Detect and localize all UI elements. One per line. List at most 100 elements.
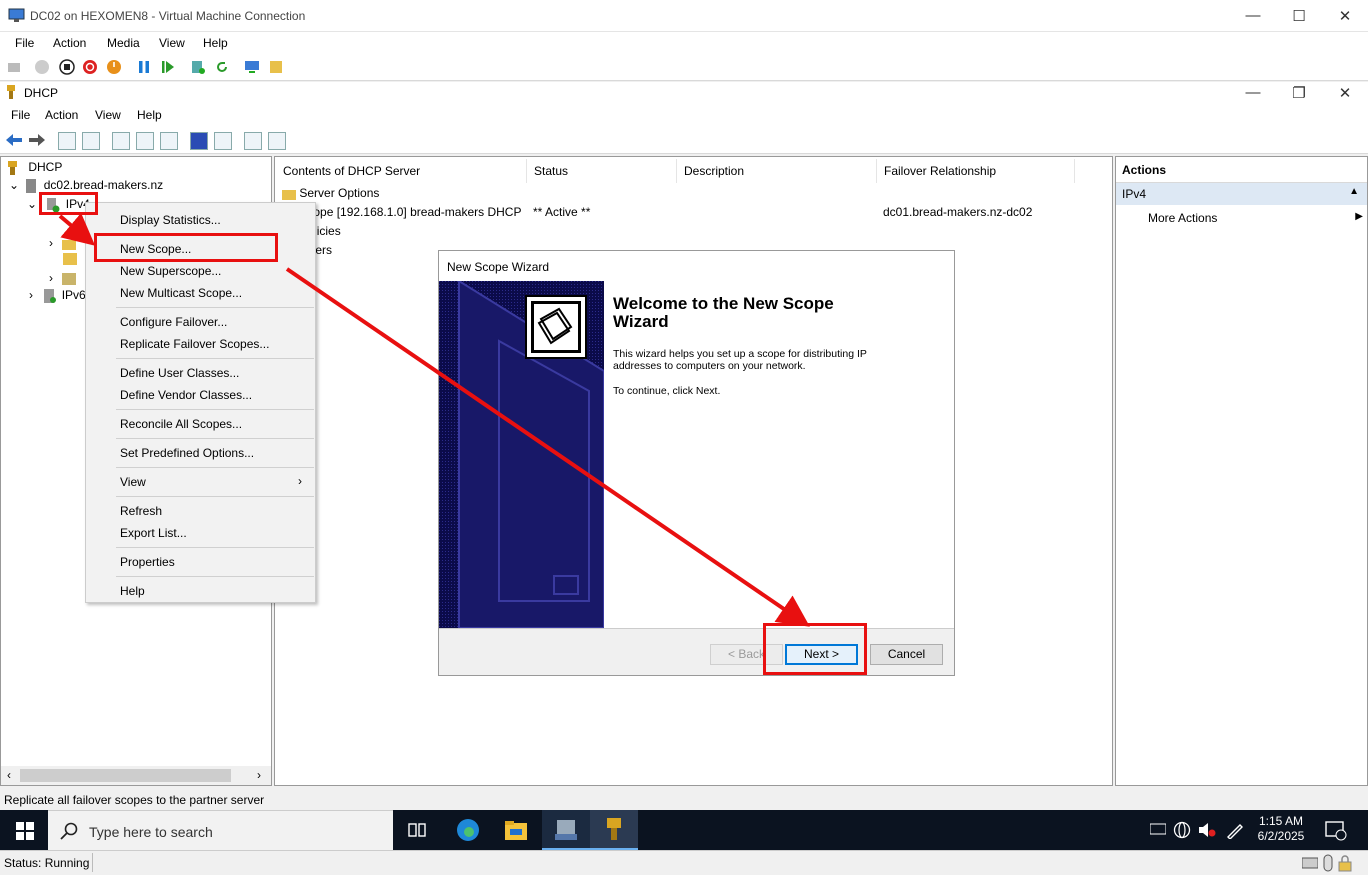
more-actions-item[interactable]: More Actions ▶ [1148, 211, 1363, 225]
scroll-thumb[interactable] [20, 769, 231, 782]
chevron-down-icon[interactable]: ⌄ [9, 178, 19, 192]
chevron-right-icon[interactable]: › [49, 271, 53, 285]
menu-view[interactable]: View [120, 475, 146, 489]
menu-separator [116, 576, 314, 577]
chevron-right-icon[interactable]: › [49, 236, 53, 250]
menu-define-vendor-classes[interactable]: Define Vendor Classes... [120, 388, 252, 402]
tree-item-ipv6[interactable]: › IPv6 [29, 288, 86, 306]
taskbar-clock[interactable]: 1:15 AM 6/2/2025 [1255, 814, 1307, 844]
server-icon[interactable] [244, 132, 262, 150]
chevron-right-icon[interactable]: › [29, 288, 33, 302]
tree-label-server: dc02.bread-makers.nz [43, 178, 164, 192]
taskbar-search-box[interactable]: Type here to search [48, 810, 393, 850]
up-folder-icon[interactable] [58, 132, 76, 150]
resume-icon[interactable] [160, 59, 176, 75]
vm-menu-action[interactable]: Action [53, 36, 86, 50]
table-row[interactable]: Server Options [282, 186, 379, 200]
enhanced-session-icon[interactable] [244, 59, 260, 75]
pause-icon[interactable] [136, 59, 152, 75]
tree-item-dhcp[interactable]: DHCP [5, 160, 62, 178]
ctrl-alt-del-icon[interactable] [6, 59, 22, 75]
forward-arrow-icon[interactable] [28, 132, 46, 148]
column-header-description[interactable]: Description [677, 159, 877, 183]
show-hide-tree-icon[interactable] [82, 132, 100, 150]
server-add-icon[interactable] [268, 132, 286, 150]
windows-start-icon[interactable] [16, 822, 34, 840]
menu-define-user-classes[interactable]: Define User Classes... [120, 366, 239, 380]
collapse-up-icon[interactable]: ▲ [1349, 186, 1359, 197]
search-icon [60, 822, 78, 840]
keyboard-icon[interactable] [1150, 823, 1166, 835]
scroll-left-icon[interactable]: ‹ [7, 768, 11, 782]
context-menu: Display Statistics... New Scope... New S… [85, 202, 316, 603]
menu-replicate-failover-scopes[interactable]: Replicate Failover Scopes... [120, 337, 269, 351]
tree-item-scope[interactable]: › [49, 236, 77, 254]
dhcp-menu-view[interactable]: View [95, 108, 121, 122]
ipv6-icon [44, 288, 57, 303]
tree-item-filters[interactable]: › [49, 271, 77, 289]
vm-menu-file[interactable]: File [15, 36, 34, 50]
action-pane-icon[interactable] [214, 132, 232, 150]
start-icon[interactable] [34, 59, 50, 75]
menu-help[interactable]: Help [120, 584, 145, 598]
turn-off-icon[interactable] [59, 59, 75, 75]
revert-icon[interactable] [214, 59, 230, 75]
maximize-button[interactable]: ☐ [1276, 0, 1322, 31]
menu-properties[interactable]: Properties [120, 555, 175, 569]
minimize-button[interactable]: — [1230, 0, 1276, 31]
vm-status-text: Status: Running [4, 856, 90, 870]
volume-muted-icon[interactable] [1198, 822, 1216, 838]
column-header-contents[interactable]: Contents of DHCP Server [276, 159, 527, 183]
row-name: Scope [192.168.1.0] bread-makers DHCP [299, 205, 522, 219]
wizard-body: This wizard helps you set up a scope for… [613, 348, 867, 372]
tree-horizontal-scrollbar[interactable]: ‹ › [1, 766, 271, 785]
chevron-down-icon[interactable]: ⌄ [27, 197, 37, 211]
tree-item-policies[interactable] [63, 253, 77, 271]
wizard-side-graphic [439, 281, 604, 628]
dhcp-menu-file[interactable]: File [11, 108, 30, 122]
vm-toolbar [0, 54, 1368, 81]
network-globe-icon[interactable] [1173, 821, 1191, 839]
menu-display-statistics[interactable]: Display Statistics... [120, 213, 221, 227]
notifications-icon[interactable] [1325, 821, 1347, 841]
column-header-status[interactable]: Status [527, 159, 677, 183]
actions-section-ipv4[interactable]: IPv4 ▲ [1116, 183, 1367, 205]
cancel-button[interactable]: Cancel [870, 644, 943, 665]
close-button[interactable]: ✕ [1322, 0, 1368, 31]
vm-menu-view[interactable]: View [159, 36, 185, 50]
dhcp-menu-help[interactable]: Help [137, 108, 162, 122]
checkpoint-icon[interactable] [190, 59, 206, 75]
export-icon[interactable] [160, 132, 178, 150]
menu-export-list[interactable]: Export List... [120, 526, 187, 540]
menu-separator [116, 547, 314, 548]
back-arrow-icon[interactable] [5, 132, 23, 148]
shut-down-icon[interactable] [82, 59, 98, 75]
tree-label-ipv6: IPv6 [61, 288, 86, 302]
share-icon[interactable] [268, 59, 284, 75]
file-explorer-icon[interactable] [504, 819, 528, 841]
menu-configure-failover[interactable]: Configure Failover... [120, 315, 227, 329]
menu-new-multicast-scope[interactable]: New Multicast Scope... [120, 286, 242, 300]
table-row[interactable]: Scope [192.168.1.0] bread-makers DHCP [282, 205, 521, 219]
refresh-icon[interactable] [136, 132, 154, 150]
menu-separator [116, 438, 314, 439]
menu-set-predefined-options[interactable]: Set Predefined Options... [120, 446, 254, 460]
wizard-heading: Welcome to the New Scope Wizard [613, 294, 834, 331]
column-header-failover[interactable]: Failover Relationship [877, 159, 1075, 183]
help-icon[interactable] [190, 132, 208, 150]
search-placeholder: Type here to search [89, 824, 213, 840]
menu-reconcile-all-scopes[interactable]: Reconcile All Scopes... [120, 417, 242, 431]
vm-menu-media[interactable]: Media [107, 36, 140, 50]
pen-icon[interactable] [1226, 821, 1244, 839]
scroll-right-icon[interactable]: › [257, 768, 261, 782]
dhcp-menu-action[interactable]: Action [45, 108, 78, 122]
taskbar-dhcp[interactable] [590, 810, 638, 850]
properties-icon[interactable] [112, 132, 130, 150]
menu-new-superscope[interactable]: New Superscope... [120, 264, 221, 278]
task-view-icon[interactable] [408, 821, 426, 839]
taskbar-server-manager[interactable] [542, 810, 590, 850]
menu-refresh[interactable]: Refresh [120, 504, 162, 518]
vm-menu-help[interactable]: Help [203, 36, 228, 50]
power-icon[interactable] [106, 59, 122, 75]
edge-browser-icon[interactable] [456, 818, 480, 842]
